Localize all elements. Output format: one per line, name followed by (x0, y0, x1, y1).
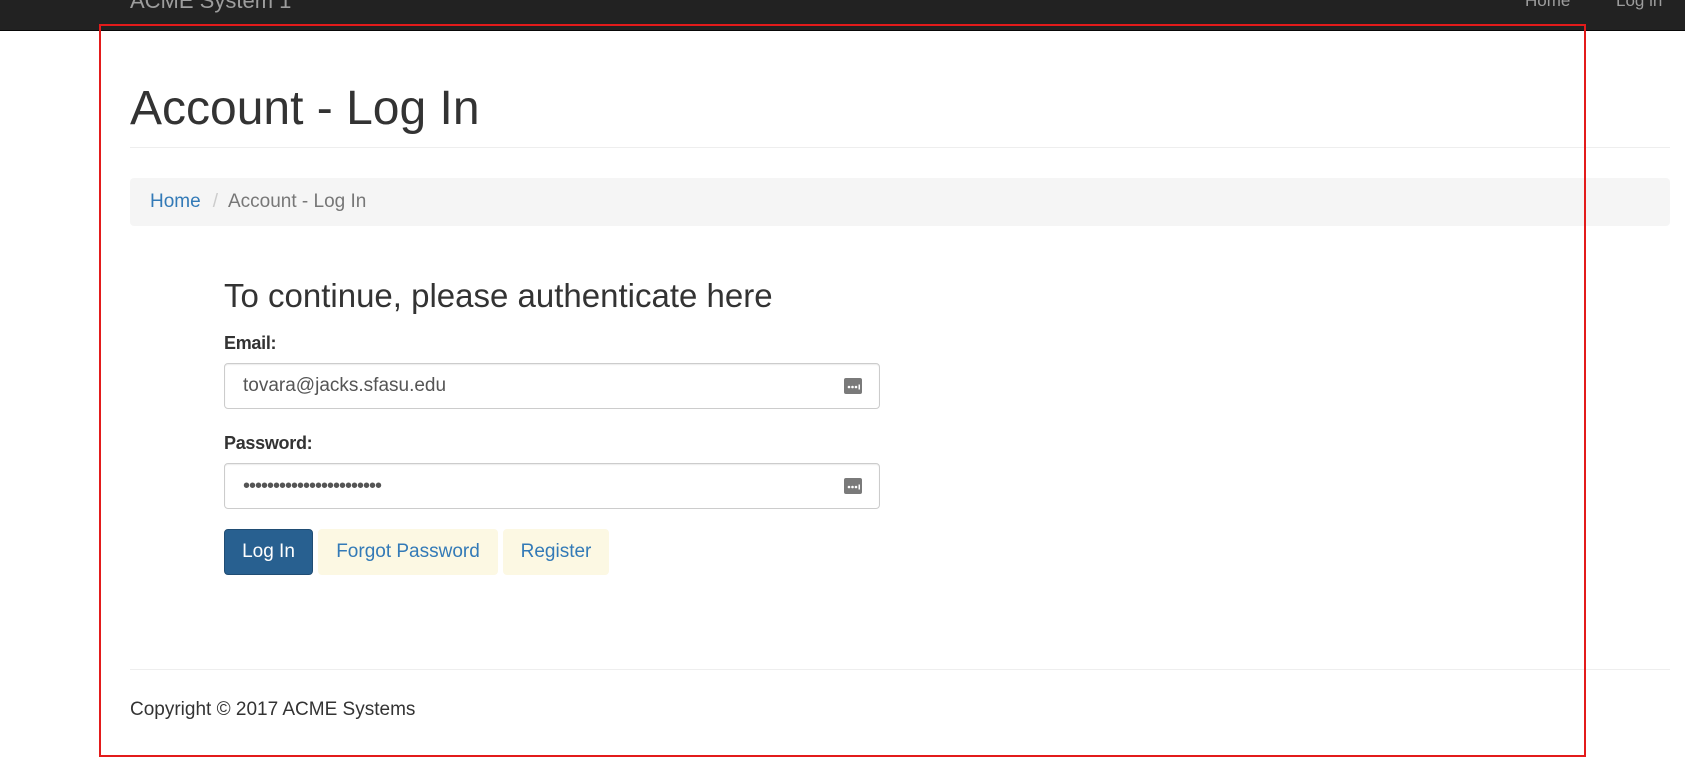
email-label: Email: (224, 333, 277, 353)
password-manager-key-icon[interactable] (843, 476, 863, 496)
footer-divider (130, 669, 1670, 670)
register-button[interactable]: Register (503, 529, 609, 575)
page-title: Account - Log In (130, 82, 480, 135)
breadcrumb-current: Account - Log In (227, 191, 367, 212)
breadcrumb: Home / Account - Log In (130, 178, 1670, 226)
nav-link-home[interactable]: Home (1525, 0, 1570, 11)
forgot-password-button[interactable]: Forgot Password (318, 529, 498, 575)
footer-copyright: Copyright © 2017 ACME Systems (130, 699, 416, 720)
password-value: ••••••••••••••••••••••• (243, 475, 382, 497)
title-divider (130, 147, 1670, 148)
breadcrumb-home-link[interactable]: Home (150, 191, 201, 212)
email-field[interactable]: tovara@jacks.sfasu.edu (224, 363, 880, 409)
password-label: Password: (224, 433, 313, 453)
nav-link-login[interactable]: Log in (1616, 0, 1662, 11)
password-manager-key-icon[interactable] (843, 376, 863, 396)
auth-heading: To continue, please authenticate here (224, 277, 773, 314)
top-navbar: ACME System 1 Home Log in (0, 0, 1685, 31)
password-field[interactable]: ••••••••••••••••••••••• (224, 463, 880, 509)
email-value: tovara@jacks.sfasu.edu (243, 375, 447, 396)
login-button[interactable]: Log In (224, 529, 313, 575)
breadcrumb-separator: / (212, 191, 218, 212)
navbar-brand[interactable]: ACME System 1 (130, 0, 291, 14)
